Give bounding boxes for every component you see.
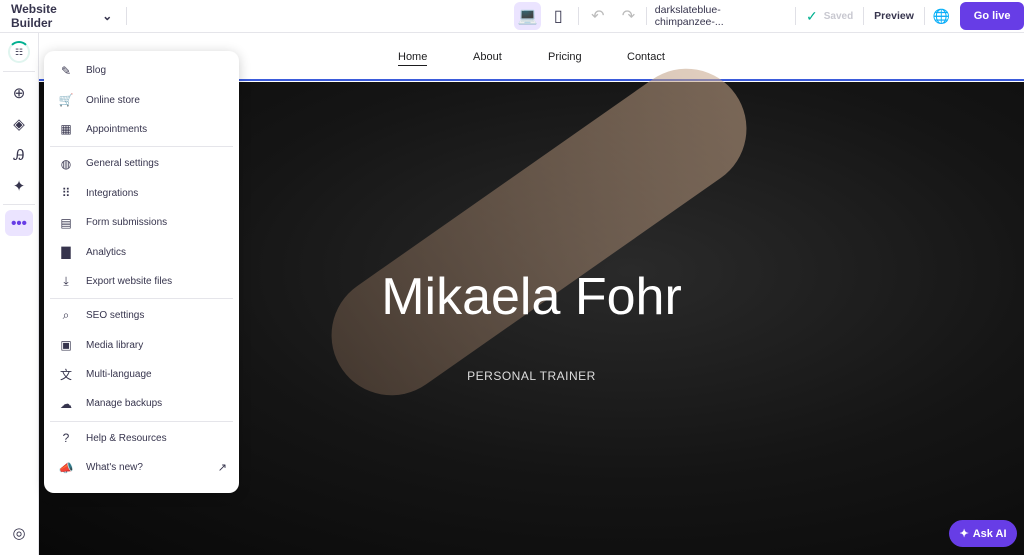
grid-icon: ⠿: [61, 186, 71, 201]
left-sidebar: ☷ ⊕ ◈ Ꭿ ✦ ••• ◎: [0, 33, 39, 555]
translate-icon: 文: [59, 368, 72, 383]
menu-item-whats-new[interactable]: 📣 What's new? ↗: [50, 453, 233, 482]
checklist-progress-icon[interactable]: ☷: [8, 41, 30, 63]
app-title: Website Builder: [11, 2, 57, 30]
menu-label: Analytics: [86, 246, 127, 258]
ask-ai-label: Ask AI: [972, 527, 1007, 540]
redo-icon[interactable]: ↷: [615, 2, 642, 30]
styles-icon[interactable]: Ꭿ: [5, 142, 33, 168]
external-link-icon: ↗: [217, 462, 227, 475]
menu-item-blog[interactable]: ✎ Blog: [50, 56, 233, 85]
go-live-button[interactable]: Go live: [960, 2, 1024, 30]
divider: [50, 146, 233, 148]
menu-item-integrations[interactable]: ⠿ Integrations: [50, 179, 233, 208]
nav-pricing[interactable]: Pricing: [548, 51, 582, 63]
download-icon: ⤓: [63, 273, 69, 288]
cart-icon: 🛒: [58, 93, 74, 108]
bar-chart-icon: ▇: [61, 245, 71, 260]
menu-label: Online store: [86, 94, 140, 106]
ask-ai-button[interactable]: ✦ Ask AI: [949, 520, 1017, 547]
desktop-view-button[interactable]: 💻: [514, 2, 541, 30]
divider: [50, 298, 233, 300]
layers-icon[interactable]: ◈: [5, 111, 33, 137]
undo-icon[interactable]: ↶: [585, 2, 612, 30]
divider: [50, 420, 233, 422]
calendar-icon: ▦: [60, 122, 72, 137]
divider: [863, 7, 865, 25]
preview-button[interactable]: Preview: [874, 10, 914, 22]
menu-item-seo[interactable]: ⌕ SEO settings: [50, 301, 233, 330]
hero-image: [307, 45, 771, 419]
saved-status: Saved: [823, 10, 854, 22]
megaphone-icon: 📣: [58, 460, 74, 475]
menu-label: Blog: [86, 65, 107, 77]
menu-label: Form submissions: [86, 217, 168, 229]
sparkle-icon: ✦: [959, 528, 969, 540]
top-bar: Website Builder ⌄ 💻 ▯ ↶ ↷ darkslateblue-c…: [0, 0, 1024, 33]
seo-search-icon: ⌕: [62, 308, 70, 323]
menu-label: Help & Resources: [86, 432, 167, 444]
help-icon: ?: [62, 431, 70, 446]
menu-item-backups[interactable]: ☁ Manage backups: [50, 389, 233, 418]
divider: [645, 7, 647, 25]
menu-item-form-submissions[interactable]: ▤ Form submissions: [50, 208, 233, 237]
menu-label: Integrations: [86, 187, 139, 199]
cloud-icon: ☁: [60, 396, 72, 411]
mobile-view-button[interactable]: ▯: [545, 2, 572, 30]
menu-label: General settings: [86, 158, 159, 170]
menu-item-help[interactable]: ? Help & Resources: [50, 424, 233, 453]
app-switcher[interactable]: Website Builder ⌄: [11, 2, 112, 30]
globe-icon[interactable]: 🌐: [933, 8, 950, 25]
menu-label: Multi-language: [86, 369, 152, 381]
nav-contact[interactable]: Contact: [627, 51, 665, 63]
add-element-icon[interactable]: ⊕: [5, 80, 33, 106]
menu-item-online-store[interactable]: 🛒 Online store: [50, 85, 233, 114]
site-domain[interactable]: darkslateblue-chimpanzee-...: [655, 4, 783, 28]
menu-label: Manage backups: [86, 398, 163, 410]
divider: [3, 71, 35, 72]
check-circle-icon: ✓: [806, 7, 818, 24]
menu-item-analytics[interactable]: ▇ Analytics: [50, 237, 233, 266]
ai-sparkle-icon[interactable]: ✦: [5, 173, 33, 199]
divider: [126, 7, 128, 25]
nav-about[interactable]: About: [473, 51, 502, 63]
more-menu-button[interactable]: •••: [5, 210, 33, 236]
menu-item-media-library[interactable]: ▣ Media library: [50, 331, 233, 360]
globe-settings-icon: ◍: [60, 156, 72, 171]
menu-label: Appointments: [86, 123, 148, 135]
form-icon: ▤: [60, 215, 72, 230]
menu-label: SEO settings: [86, 310, 145, 322]
divider: [923, 7, 925, 25]
menu-label: What's new?: [86, 462, 143, 474]
divider: [577, 7, 579, 25]
menu-item-general-settings[interactable]: ◍ General settings: [50, 149, 233, 178]
menu-label: Media library: [86, 339, 144, 351]
support-icon[interactable]: ◎: [5, 520, 33, 546]
menu-item-appointments[interactable]: ▦ Appointments: [50, 115, 233, 144]
blog-icon: ✎: [60, 63, 72, 78]
menu-label: Export website files: [86, 275, 173, 287]
chevron-down-icon: ⌄: [102, 9, 113, 23]
nav-home[interactable]: Home: [398, 51, 428, 66]
divider: [3, 204, 35, 205]
menu-item-export[interactable]: ⤓ Export website files: [50, 267, 233, 296]
menu-item-multi-language[interactable]: 文 Multi-language: [50, 360, 233, 389]
more-menu: ✎ Blog 🛒 Online store ▦ Appointments ◍ Gener…: [44, 51, 239, 493]
image-icon: ▣: [60, 338, 72, 353]
divider: [795, 7, 797, 25]
